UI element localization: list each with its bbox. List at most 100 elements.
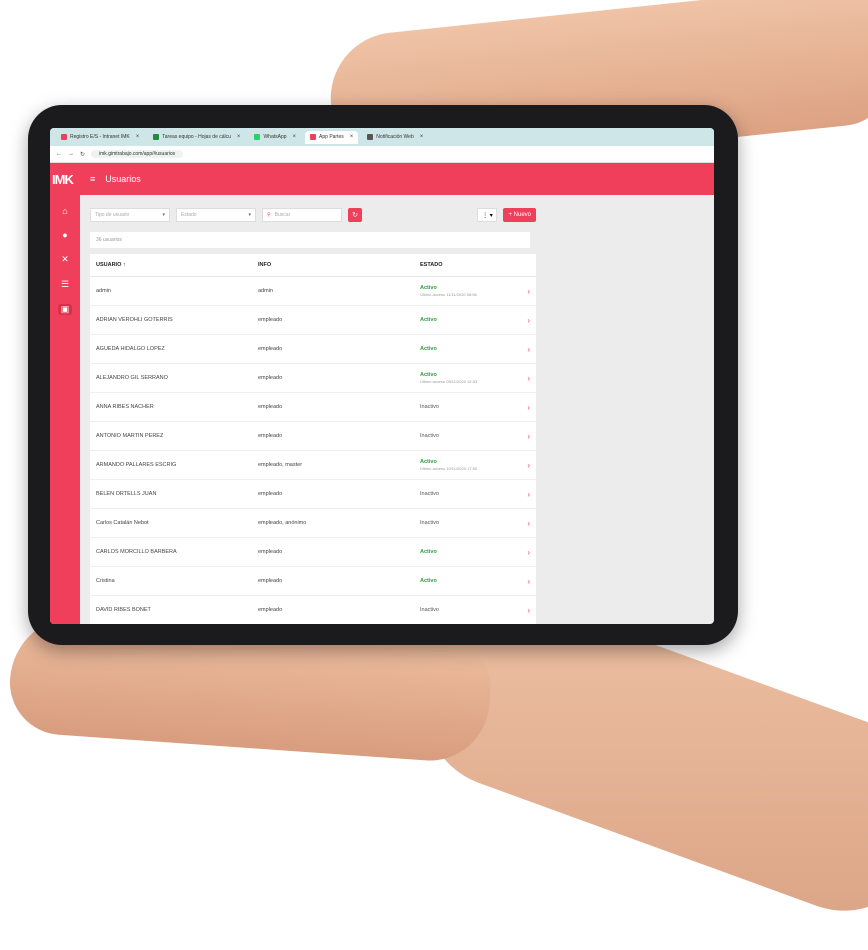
user-info: empleado xyxy=(252,421,414,451)
table-row[interactable]: admin admin Activo Último acceso 11/11/2020… xyxy=(90,276,536,306)
status-badge: Inactivo xyxy=(420,491,439,497)
table-row[interactable]: ALEJANDRO GIL SERRANO empleado Activo Últim… xyxy=(90,363,536,393)
column-header-estado: ESTADO xyxy=(414,254,510,277)
user-name: ANNA RIBES NACHER xyxy=(90,392,252,422)
table-row[interactable]: DAVID RIBES BONET empleado Inactivo › xyxy=(90,595,536,624)
chevron-right-icon[interactable]: › xyxy=(510,421,536,451)
chevron-right-icon[interactable]: › xyxy=(510,537,536,567)
status-badge: Inactivo xyxy=(420,520,439,526)
user-name: DAVID RIBES BONET xyxy=(90,595,252,624)
user-info: empleado, master xyxy=(252,450,414,480)
user-name: ADRIAN VEROHLI GOTERRIS xyxy=(90,305,252,335)
status-select[interactable]: Estado ▾ xyxy=(176,208,256,222)
tab-label: Notificación Web xyxy=(376,134,414,140)
url-field[interactable]: imk.gimtrabajo.com/app/#usuarios xyxy=(91,150,184,158)
user-name: ALEJANDRO GIL SERRANO xyxy=(90,363,252,393)
menu-icon[interactable]: ≡ xyxy=(90,174,95,184)
user-info: empleado xyxy=(252,305,414,335)
browser-tabs: Registro E/S - Intranet IMK × Tareas equip… xyxy=(50,128,714,146)
status-badge: Inactivo xyxy=(420,607,439,613)
table-row[interactable]: ANTONIO MARTIN PEREZ empleado Inactivo › xyxy=(90,421,536,451)
user-name: Cristina xyxy=(90,566,252,596)
status-badge: Inactivo xyxy=(420,404,439,410)
close-icon[interactable]: × xyxy=(293,134,297,140)
user-info: empleado xyxy=(252,566,414,596)
user-info: empleado xyxy=(252,392,414,422)
tools-icon[interactable]: ✕ xyxy=(58,254,72,265)
tab-label: Registro E/S - Intranet IMK xyxy=(70,134,130,140)
tab-label: WhatsApp xyxy=(263,134,287,140)
table-row[interactable]: Cristina empleado Activo › xyxy=(90,566,536,596)
chevron-right-icon[interactable]: › xyxy=(510,450,536,480)
status-cell: Inactivo xyxy=(414,479,510,509)
status-cell: Activo Último acceso 11/11/2020 08:56 xyxy=(414,276,510,306)
chevron-right-icon[interactable]: › xyxy=(510,566,536,596)
chevron-right-icon[interactable]: › xyxy=(510,305,536,335)
close-icon[interactable]: × xyxy=(420,134,424,140)
table-row[interactable]: ARMANDO PALLARES ESCRIG empleado, master A… xyxy=(90,450,536,480)
last-access-text: Último acceso 10/11/2020 17:50 xyxy=(420,466,478,471)
status-badge: Activo xyxy=(420,459,437,465)
chevron-right-icon[interactable]: › xyxy=(510,479,536,509)
user-name: BELEN ORTELLS JUAN xyxy=(90,479,252,509)
browser-tab[interactable]: WhatsApp × xyxy=(249,131,301,144)
more-options-button[interactable]: ⋮ ▾ xyxy=(477,208,498,222)
browser-tab[interactable]: Notificación Web × xyxy=(362,131,428,144)
column-header-info: INFO xyxy=(252,254,414,277)
column-header-usuario[interactable]: USUARIO ↑ xyxy=(90,254,252,277)
users-icon[interactable]: ● xyxy=(58,230,72,240)
user-name: ANTONIO MARTIN PEREZ xyxy=(90,421,252,451)
user-name: Carlos Catalán Nebot xyxy=(90,508,252,538)
chevron-right-icon[interactable]: › xyxy=(510,508,536,538)
browser-tab[interactable]: Tareas equipo - Hojas de cálcu × xyxy=(148,131,245,144)
forward-icon[interactable]: → xyxy=(68,151,74,157)
toolbar: Tipo de usuario ▾ Estado ▾ ⚲ Buscar ↻ ⋮ … xyxy=(90,206,536,224)
status-cell: Inactivo xyxy=(414,508,510,538)
user-info: empleado xyxy=(252,595,414,624)
table-row[interactable]: Carlos Catalán Nebot empleado, anónimo Ina… xyxy=(90,508,536,538)
tab-favicon-icon xyxy=(254,134,261,140)
table-row[interactable]: ANNA RIBES NACHER empleado Inactivo › xyxy=(90,392,536,422)
browser-tab[interactable]: App Partes × xyxy=(305,130,359,144)
search-input[interactable]: ⚲ Buscar xyxy=(262,208,342,222)
user-info: empleado, anónimo xyxy=(252,508,414,538)
table-row[interactable]: ADRIAN VEROHLI GOTERRIS empleado Activo › xyxy=(90,305,536,335)
user-name: admin xyxy=(90,276,252,306)
app-header: IMK ≡ Usuarios xyxy=(50,163,714,195)
status-cell: Inactivo xyxy=(414,595,510,624)
status-badge: Activo xyxy=(420,549,437,555)
chevron-right-icon[interactable]: › xyxy=(510,276,536,306)
status-cell: Activo xyxy=(414,305,510,335)
status-cell: Activo Último acceso 10/11/2020 17:50 xyxy=(414,450,510,480)
search-icon: ⚲ xyxy=(267,212,271,218)
user-count: 36 usuarios xyxy=(90,232,530,248)
table-row[interactable]: CARLOS MORCILLO BARBERA empleado Activo › xyxy=(90,537,536,567)
home-icon[interactable]: ⌂ xyxy=(58,206,72,216)
tab-favicon-icon xyxy=(61,134,67,140)
status-badge: Activo xyxy=(420,285,437,291)
last-access-text: Último acceso 09/11/2020 12:53 xyxy=(420,379,478,384)
chevron-right-icon[interactable]: › xyxy=(510,334,536,364)
reload-icon[interactable]: ↻ xyxy=(80,151,85,158)
new-user-button[interactable]: + Nuevo xyxy=(503,208,536,222)
lock-icon[interactable]: ▣ xyxy=(58,304,72,315)
status-badge: Activo xyxy=(420,346,437,352)
users-table: USUARIO ↑ INFO ESTADO admin admin Activo Úl… xyxy=(90,254,536,624)
list-icon[interactable]: ☰ xyxy=(58,279,72,290)
close-icon[interactable]: × xyxy=(350,134,354,140)
chevron-right-icon[interactable]: › xyxy=(510,392,536,422)
chevron-down-icon: ▾ xyxy=(248,212,251,218)
chevron-right-icon[interactable]: › xyxy=(510,363,536,393)
status-cell: Activo Último acceso 09/11/2020 12:53 xyxy=(414,363,510,393)
back-icon[interactable]: ← xyxy=(56,151,62,157)
close-icon[interactable]: × xyxy=(136,134,140,140)
user-info: empleado xyxy=(252,363,414,393)
user-type-select[interactable]: Tipo de usuario ▾ xyxy=(90,208,170,222)
chevron-right-icon[interactable]: › xyxy=(510,595,536,624)
tablet-screen: Registro E/S - Intranet IMK × Tareas equip… xyxy=(50,128,714,624)
table-row[interactable]: AGUEDA HIDALGO LOPEZ empleado Activo › xyxy=(90,334,536,364)
table-row[interactable]: BELEN ORTELLS JUAN empleado Inactivo › xyxy=(90,479,536,509)
refresh-button[interactable]: ↻ xyxy=(348,208,362,222)
browser-tab[interactable]: Registro E/S - Intranet IMK × xyxy=(56,131,144,144)
close-icon[interactable]: × xyxy=(237,134,241,140)
